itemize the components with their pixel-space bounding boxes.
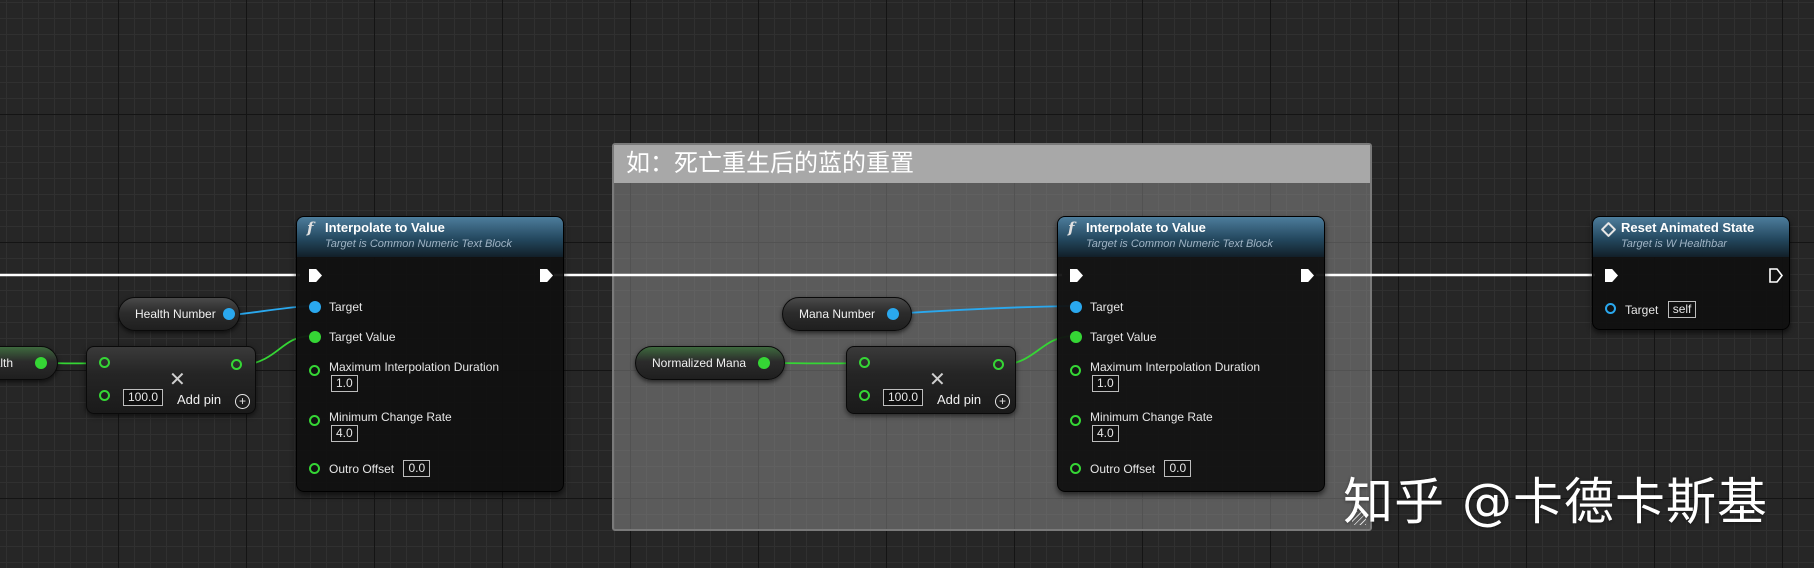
min-rate-label: Minimum Change Rate xyxy=(1090,410,1213,424)
multiply-input-a-pin[interactable] xyxy=(859,357,870,368)
watermark: 知乎 @卡德卡斯基 xyxy=(1343,473,1768,531)
target-label: Target xyxy=(329,300,363,314)
function-icon: f xyxy=(307,219,314,237)
function-icon: f xyxy=(1068,219,1075,237)
comment-title[interactable]: 如：死亡重生后的蓝的重置 xyxy=(614,145,1370,183)
max-duration-label: Maximum Interpolation Duration xyxy=(1090,360,1261,374)
target-pin[interactable] xyxy=(1070,301,1082,313)
interpolate-node-2[interactable]: f Interpolate to Value Target is Common … xyxy=(1057,216,1325,492)
multiply-icon: ✕ xyxy=(169,369,186,391)
exec-input-pin[interactable] xyxy=(1070,269,1083,282)
node-title: Interpolate to Value xyxy=(325,220,445,235)
health-number-var-node[interactable]: Health Number xyxy=(118,297,240,331)
target-pin[interactable] xyxy=(309,301,321,313)
multiply-input-b-pin[interactable] xyxy=(859,390,870,401)
add-pin-icon[interactable]: + xyxy=(995,394,1010,409)
normalized-mana-label: Normalized Mana xyxy=(652,356,747,370)
exec-output-pin[interactable] xyxy=(1301,269,1314,282)
outro-field[interactable]: 0.0 xyxy=(1164,460,1192,477)
node-title: Interpolate to Value xyxy=(1086,220,1206,235)
outro-pin[interactable] xyxy=(309,463,320,474)
target-label: Target xyxy=(1090,300,1124,314)
target-value-pin[interactable] xyxy=(1070,331,1082,343)
health-number-label: Health Number xyxy=(135,307,216,321)
reset-animated-state-node[interactable]: Reset Animated State Target is W Healthb… xyxy=(1592,216,1790,330)
mana-number-var-node[interactable]: Mana Number xyxy=(782,297,912,331)
target-value-label: Target Value xyxy=(329,330,396,344)
float-output-pin[interactable] xyxy=(35,357,47,369)
multiply-value-field[interactable]: 100.0 xyxy=(883,389,924,406)
multiply-output-pin[interactable] xyxy=(993,359,1004,370)
target-self-field[interactable]: self xyxy=(1667,301,1697,318)
event-diamond-icon xyxy=(1600,221,1617,238)
min-rate-field[interactable]: 4.0 xyxy=(1092,425,1119,442)
min-rate-pin[interactable] xyxy=(309,415,320,426)
interpolate-node-1[interactable]: f Interpolate to Value Target is Common … xyxy=(296,216,564,492)
normalized-mana-var-node[interactable]: Normalized Mana xyxy=(635,346,785,380)
max-duration-field[interactable]: 1.0 xyxy=(1092,375,1119,392)
min-rate-label: Minimum Change Rate xyxy=(329,410,452,424)
outro-field[interactable]: 0.0 xyxy=(403,460,431,477)
exec-output-hollow-pin[interactable] xyxy=(1769,268,1783,283)
node-subtitle: Target is Common Numeric Text Block xyxy=(325,238,512,250)
reset-node-header[interactable]: Reset Animated State Target is W Healthb… xyxy=(1593,217,1789,257)
target-value-label: Target Value xyxy=(1090,330,1157,344)
exec-input-pin[interactable] xyxy=(1605,269,1618,282)
object-output-pin[interactable] xyxy=(223,308,235,320)
add-pin-label[interactable]: Add pin xyxy=(937,392,981,407)
multiply-output-pin[interactable] xyxy=(231,359,242,370)
multiply-node-2[interactable]: 100.0 ✕ Add pin + xyxy=(846,346,1016,414)
node-title: Reset Animated State xyxy=(1621,220,1755,235)
interpolate-node-1-header[interactable]: f Interpolate to Value Target is Common … xyxy=(297,217,563,257)
multiply-icon: ✕ xyxy=(929,369,946,391)
target-pin[interactable] xyxy=(1605,303,1616,314)
max-duration-pin[interactable] xyxy=(1070,365,1081,376)
target-value-pin[interactable] xyxy=(309,331,321,343)
multiply-node-1[interactable]: 100.0 ✕ Add pin + xyxy=(86,346,256,414)
health-float-var-label: ealth xyxy=(0,356,14,370)
add-pin-icon[interactable]: + xyxy=(235,394,250,409)
target-label: Target xyxy=(1625,303,1659,317)
outro-label: Outro Offset xyxy=(329,462,395,476)
multiply-input-b-pin[interactable] xyxy=(99,390,110,401)
exec-input-pin[interactable] xyxy=(309,269,322,282)
outro-label-wrap: Outro Offset 0.0 xyxy=(1090,460,1192,478)
mana-number-label: Mana Number xyxy=(799,307,876,321)
max-duration-pin[interactable] xyxy=(309,365,320,376)
max-duration-field[interactable]: 1.0 xyxy=(331,375,358,392)
min-rate-pin[interactable] xyxy=(1070,415,1081,426)
node-subtitle: Target is W Healthbar xyxy=(1621,238,1727,250)
multiply-input-a-pin[interactable] xyxy=(99,357,110,368)
node-subtitle: Target is Common Numeric Text Block xyxy=(1086,238,1273,250)
outro-pin[interactable] xyxy=(1070,463,1081,474)
health-float-var-node[interactable]: ealth xyxy=(0,346,58,380)
min-rate-field[interactable]: 4.0 xyxy=(331,425,358,442)
target-label-wrap: Target self xyxy=(1625,301,1697,319)
object-output-pin[interactable] xyxy=(887,308,899,320)
outro-label-wrap: Outro Offset 0.0 xyxy=(329,460,431,478)
add-pin-label[interactable]: Add pin xyxy=(177,392,221,407)
exec-output-pin[interactable] xyxy=(540,269,553,282)
float-output-pin[interactable] xyxy=(758,357,770,369)
multiply-value-field[interactable]: 100.0 xyxy=(123,389,164,406)
interpolate-node-2-header[interactable]: f Interpolate to Value Target is Common … xyxy=(1058,217,1324,257)
outro-label: Outro Offset xyxy=(1090,462,1156,476)
max-duration-label: Maximum Interpolation Duration xyxy=(329,360,500,374)
